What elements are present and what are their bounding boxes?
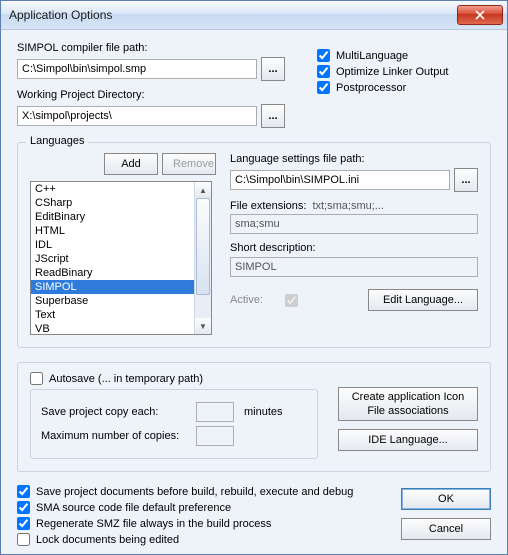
- compiler-browse-button[interactable]: ...: [261, 57, 285, 81]
- max-copies-input[interactable]: [196, 426, 234, 446]
- short-desc-input[interactable]: [230, 257, 478, 277]
- optimize-linker-checkbox[interactable]: Optimize Linker Output: [317, 65, 449, 78]
- list-item[interactable]: SIMPOL: [31, 280, 194, 294]
- cancel-button[interactable]: Cancel: [401, 518, 491, 540]
- settings-file-label: Language settings file path:: [230, 153, 478, 165]
- sma-default-checkbox[interactable]: SMA source code file default preference: [17, 501, 381, 514]
- ellipsis-icon: ...: [268, 110, 277, 122]
- file-ext-input[interactable]: [230, 214, 478, 234]
- short-desc-label: Short description:: [230, 242, 478, 254]
- file-ext-label: File extensions:: [230, 200, 306, 212]
- edit-language-button[interactable]: Edit Language...: [368, 289, 478, 311]
- settings-browse-button[interactable]: ...: [454, 168, 478, 192]
- ellipsis-icon: ...: [461, 174, 470, 186]
- scrollbar[interactable]: ▲ ▼: [194, 182, 211, 334]
- list-item[interactable]: CSharp: [31, 196, 194, 210]
- add-language-button[interactable]: Add: [104, 153, 158, 175]
- list-item[interactable]: HTML: [31, 224, 194, 238]
- list-item[interactable]: EditBinary: [31, 210, 194, 224]
- list-item[interactable]: IDL: [31, 238, 194, 252]
- workdir-input[interactable]: [17, 106, 257, 126]
- save-each-label: Save project copy each:: [41, 406, 196, 418]
- languages-legend: Languages: [26, 135, 88, 147]
- list-item[interactable]: C++: [31, 182, 194, 196]
- close-button[interactable]: [457, 5, 503, 25]
- postprocessor-checkbox[interactable]: Postprocessor: [317, 81, 449, 94]
- ellipsis-icon: ...: [268, 63, 277, 75]
- workdir-label: Working Project Directory:: [17, 89, 287, 101]
- ide-language-button[interactable]: IDE Language...: [338, 429, 478, 451]
- autosave-checkbox[interactable]: Autosave (... in temporary path): [30, 372, 318, 385]
- scroll-thumb[interactable]: [196, 198, 210, 295]
- scroll-track[interactable]: [195, 198, 211, 318]
- ok-button[interactable]: OK: [401, 488, 491, 510]
- lock-documents-checkbox[interactable]: Lock documents being edited: [17, 533, 381, 546]
- list-item[interactable]: Superbase: [31, 294, 194, 308]
- workdir-browse-button[interactable]: ...: [261, 104, 285, 128]
- minutes-label: minutes: [244, 406, 283, 418]
- regenerate-smz-checkbox[interactable]: Regenerate SMZ file always in the build …: [17, 517, 381, 530]
- titlebar: Application Options: [1, 1, 507, 30]
- list-item[interactable]: Text: [31, 308, 194, 322]
- file-ext-hint: txt;sma;smu;...: [312, 200, 384, 212]
- compiler-path-input[interactable]: [17, 59, 257, 79]
- active-checkbox: [285, 294, 298, 307]
- active-label: Active:: [230, 294, 263, 306]
- languages-listbox[interactable]: C++CSharpEditBinaryHTMLIDLJScriptReadBin…: [30, 181, 212, 335]
- list-item[interactable]: ReadBinary: [31, 266, 194, 280]
- save-each-input[interactable]: [196, 402, 234, 422]
- scroll-down-button[interactable]: ▼: [195, 318, 211, 334]
- window-title: Application Options: [9, 8, 457, 22]
- list-item[interactable]: JScript: [31, 252, 194, 266]
- multilanguage-checkbox[interactable]: MultiLanguage: [317, 49, 449, 62]
- list-item[interactable]: VB: [31, 322, 194, 334]
- compiler-path-label: SIMPOL compiler file path:: [17, 42, 287, 54]
- settings-file-input[interactable]: [230, 170, 450, 190]
- create-associations-button[interactable]: Create application Icon File association…: [338, 387, 478, 421]
- close-icon: [475, 10, 485, 20]
- remove-language-button[interactable]: Remove: [162, 153, 216, 175]
- save-before-build-checkbox[interactable]: Save project documents before build, reb…: [17, 485, 381, 498]
- scroll-up-button[interactable]: ▲: [195, 182, 211, 198]
- dialog-window: Application Options SIMPOL compiler file…: [0, 0, 508, 555]
- max-copies-label: Maximum number of copies:: [41, 430, 196, 442]
